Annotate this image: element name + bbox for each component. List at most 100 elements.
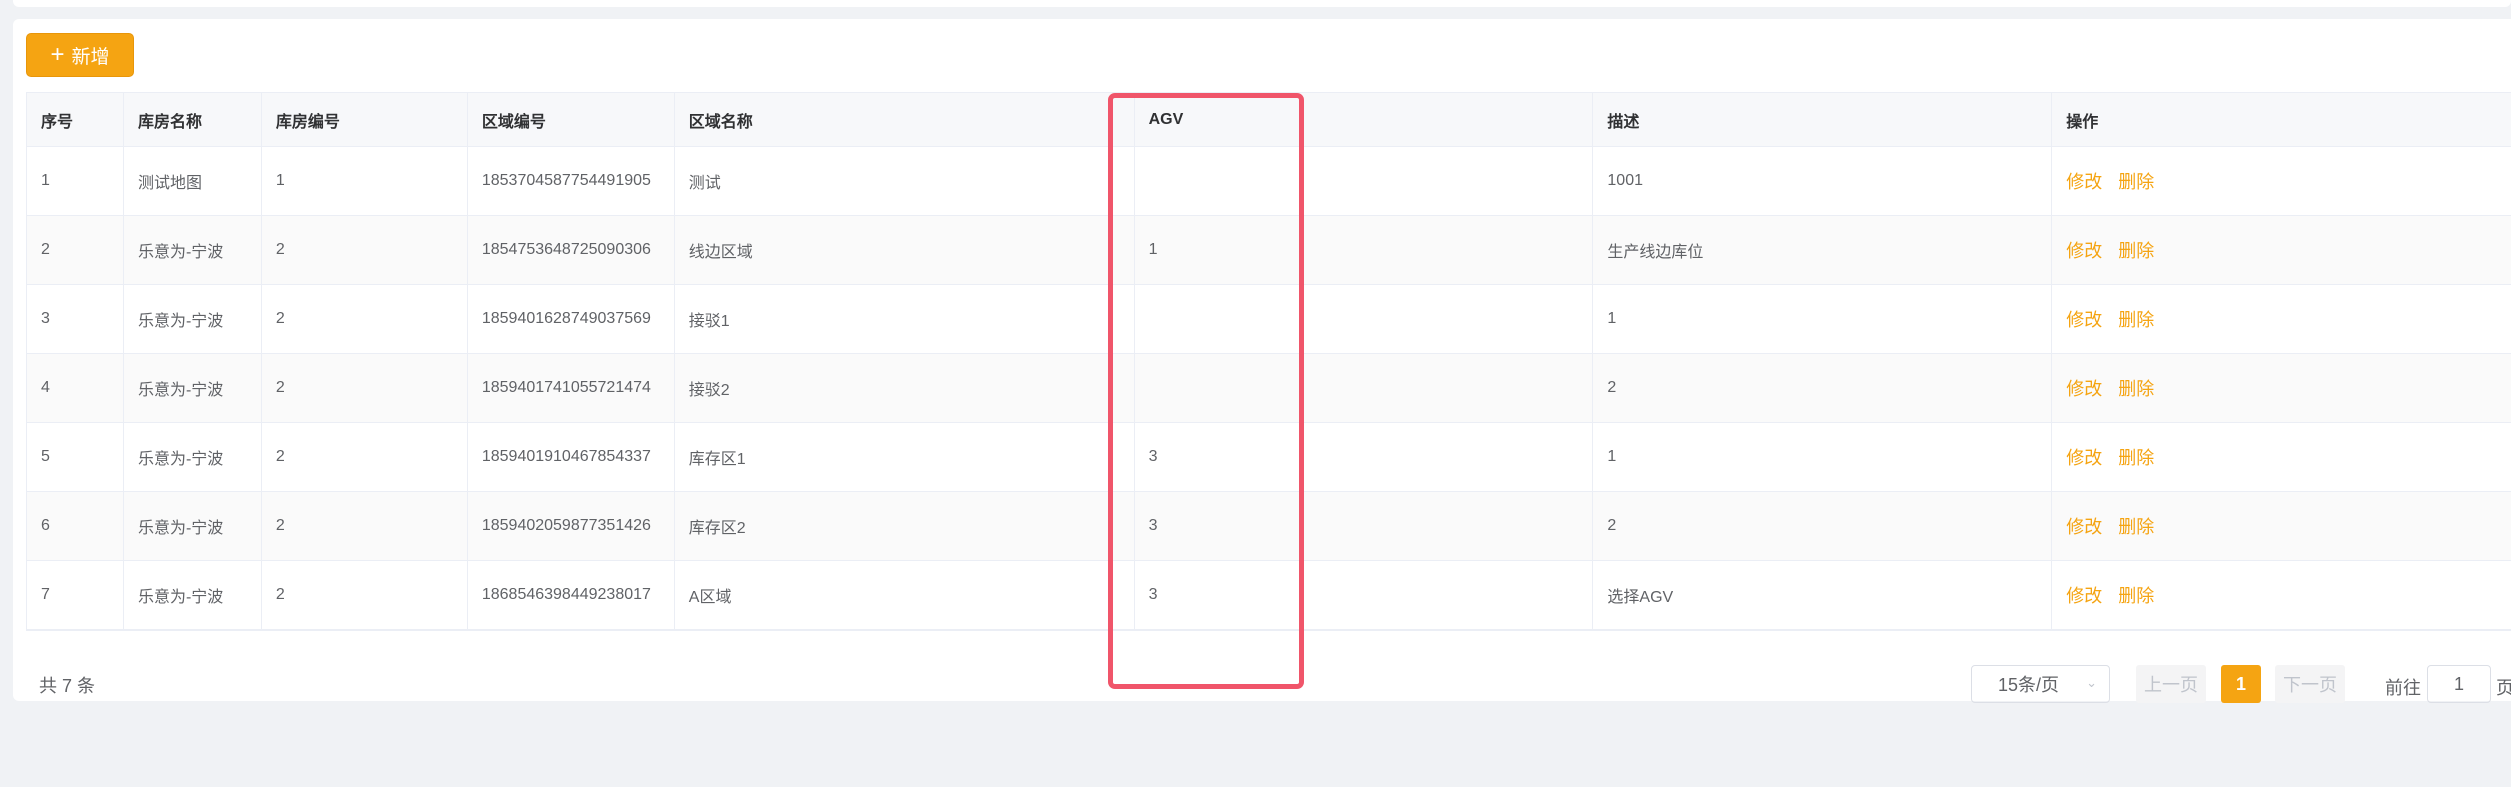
table-header: 序号 库房名称 库房编号 区域编号 区域名称 AGV 描述 操作 xyxy=(27,93,2511,147)
cell-index: 7 xyxy=(27,561,124,629)
cell-area-name: 库存区2 xyxy=(675,492,1135,560)
cell-actions: 修改 删除 xyxy=(2052,492,2511,560)
cell-warehouse-name: 乐意为-宁波 xyxy=(124,492,262,560)
cell-warehouse-name: 乐意为-宁波 xyxy=(124,285,262,353)
delete-link[interactable]: 删除 xyxy=(2118,513,2154,539)
cell-description: 生产线边库位 xyxy=(1593,216,2053,284)
table-row: 6 乐意为-宁波 2 1859402059877351426 库存区2 3 2 … xyxy=(27,492,2511,561)
column-header-actions: 操作 xyxy=(2066,113,2099,131)
edit-link[interactable]: 修改 xyxy=(2066,306,2102,332)
table-row: 1 测试地图 1 1853704587754491905 测试 1001 修改 … xyxy=(27,147,2511,216)
delete-link[interactable]: 删除 xyxy=(2118,168,2154,194)
column-header-index: 序号 xyxy=(27,93,124,146)
column-header-warehouse-name: 库房名称 xyxy=(124,93,262,146)
delete-link[interactable]: 删除 xyxy=(2118,306,2154,332)
cell-area-name: 线边区域 xyxy=(675,216,1135,284)
cell-agv xyxy=(1135,354,1594,422)
cell-index: 4 xyxy=(27,354,124,422)
cell-agv: 3 xyxy=(1135,423,1594,491)
column-header-warehouse-code: 库房编号 xyxy=(262,93,468,146)
current-page[interactable]: 1 xyxy=(2221,665,2261,703)
cell-description: 1 xyxy=(1593,285,2053,353)
cell-description: 2 xyxy=(1593,354,2053,422)
goto-label: 前往 xyxy=(2385,678,2421,698)
add-button-label: 新增 xyxy=(71,46,110,68)
page-size-select[interactable]: 15条/页 ⌄ xyxy=(1971,665,2110,703)
cell-warehouse-code: 2 xyxy=(262,216,468,284)
prev-page-button[interactable]: 上一页 xyxy=(2136,665,2206,703)
cell-description: 1001 xyxy=(1593,147,2053,215)
table-row: 5 乐意为-宁波 2 1859401910467854337 库存区1 3 1 … xyxy=(27,423,2511,492)
column-header-description: 描述 xyxy=(1593,93,2053,146)
delete-link[interactable]: 删除 xyxy=(2118,375,2154,401)
cell-area-code: 1853704587754491905 xyxy=(468,147,675,215)
delete-link[interactable]: 删除 xyxy=(2118,237,2154,263)
cell-actions: 修改 删除 xyxy=(2052,423,2511,491)
cell-area-code: 1868546398449238017 xyxy=(468,561,675,629)
cell-area-name: 库存区1 xyxy=(675,423,1135,491)
content-card: + 新增 序号 库房名称 库房编号 区域编号 区域名称 AGV 描述 操作 1 … xyxy=(13,19,2511,703)
cell-warehouse-code: 2 xyxy=(262,561,468,629)
cell-area-name: 测试 xyxy=(675,147,1135,215)
column-header-area-code: 区域编号 xyxy=(468,93,675,146)
table-row: 4 乐意为-宁波 2 1859401741055721474 接驳2 2 修改 … xyxy=(27,354,2511,423)
cell-area-code: 1859401741055721474 xyxy=(468,354,675,422)
top-panel-edge xyxy=(13,0,2511,7)
goto-page-input[interactable]: 1 xyxy=(2427,665,2491,703)
cell-warehouse-name: 乐意为-宁波 xyxy=(124,423,262,491)
edit-link[interactable]: 修改 xyxy=(2066,237,2102,263)
table-row: 2 乐意为-宁波 2 1854753648725090306 线边区域 1 生产… xyxy=(27,216,2511,285)
goto-suffix: 页 xyxy=(2496,678,2511,698)
cell-warehouse-name: 乐意为-宁波 xyxy=(124,354,262,422)
cell-actions: 修改 删除 xyxy=(2052,147,2511,215)
cell-index: 3 xyxy=(27,285,124,353)
cell-description: 选择AGV xyxy=(1593,561,2053,629)
column-header-agv: AGV xyxy=(1135,93,1594,146)
cell-agv xyxy=(1135,147,1594,215)
add-button[interactable]: + 新增 xyxy=(26,33,134,77)
cell-actions: 修改 删除 xyxy=(2052,216,2511,284)
cell-index: 5 xyxy=(27,423,124,491)
cell-description: 1 xyxy=(1593,423,2053,491)
delete-link[interactable]: 删除 xyxy=(2118,582,2154,608)
delete-link[interactable]: 删除 xyxy=(2118,444,2154,470)
cell-warehouse-code: 2 xyxy=(262,354,468,422)
cell-area-name: 接驳2 xyxy=(675,354,1135,422)
area-table: 序号 库房名称 库房编号 区域编号 区域名称 AGV 描述 操作 1 测试地图 … xyxy=(26,92,2511,631)
edit-link[interactable]: 修改 xyxy=(2066,168,2102,194)
next-page-button[interactable]: 下一页 xyxy=(2275,665,2345,703)
cell-index: 2 xyxy=(27,216,124,284)
plus-icon: + xyxy=(50,41,65,68)
cell-area-name: 接驳1 xyxy=(675,285,1135,353)
cell-area-code: 1854753648725090306 xyxy=(468,216,675,284)
cell-area-code: 1859401910467854337 xyxy=(468,423,675,491)
cell-actions: 修改 删除 xyxy=(2052,561,2511,629)
edit-link[interactable]: 修改 xyxy=(2066,582,2102,608)
cell-description: 2 xyxy=(1593,492,2053,560)
cell-agv xyxy=(1135,285,1594,353)
cell-warehouse-name: 测试地图 xyxy=(124,147,262,215)
cell-agv: 3 xyxy=(1135,492,1594,560)
cell-warehouse-code: 2 xyxy=(262,285,468,353)
table-row: 7 乐意为-宁波 2 1868546398449238017 A区域 3 选择A… xyxy=(27,561,2511,630)
edit-link[interactable]: 修改 xyxy=(2066,375,2102,401)
cell-actions: 修改 删除 xyxy=(2052,285,2511,353)
table-row: 3 乐意为-宁波 2 1859401628749037569 接驳1 1 修改 … xyxy=(27,285,2511,354)
cell-warehouse-name: 乐意为-宁波 xyxy=(124,561,262,629)
edit-link[interactable]: 修改 xyxy=(2066,513,2102,539)
cell-index: 1 xyxy=(27,147,124,215)
cell-area-code: 1859401628749037569 xyxy=(468,285,675,353)
total-count: 共 7 条 xyxy=(39,676,96,696)
column-header-area-name: 区域名称 xyxy=(675,93,1135,146)
edit-link[interactable]: 修改 xyxy=(2066,444,2102,470)
cell-actions: 修改 删除 xyxy=(2052,354,2511,422)
cell-area-code: 1859402059877351426 xyxy=(468,492,675,560)
cell-agv: 3 xyxy=(1135,561,1594,629)
chevron-down-icon: ⌄ xyxy=(2086,675,2097,690)
cell-area-name: A区域 xyxy=(675,561,1135,629)
cell-index: 6 xyxy=(27,492,124,560)
cell-warehouse-code: 2 xyxy=(262,492,468,560)
cell-warehouse-code: 1 xyxy=(262,147,468,215)
cell-agv: 1 xyxy=(1135,216,1594,284)
cell-warehouse-name: 乐意为-宁波 xyxy=(124,216,262,284)
